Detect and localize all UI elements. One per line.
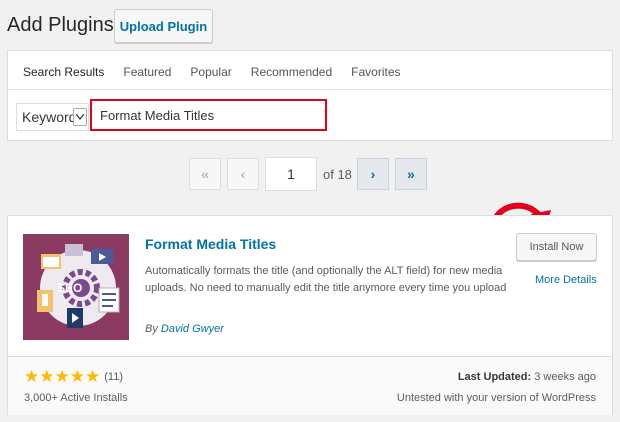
prev-page-button[interactable]: ‹	[227, 158, 259, 190]
total-pages-label: of 18	[323, 166, 352, 182]
plugin-filter-panel: Search Results Featured Popular Recommen…	[7, 50, 613, 141]
tab-recommended[interactable]: Recommended	[251, 65, 332, 79]
more-details-link[interactable]: More Details	[535, 274, 597, 286]
install-now-button[interactable]: Install Now	[516, 233, 597, 261]
author-link[interactable]: David Gwyer	[161, 323, 224, 335]
tab-popular[interactable]: Popular	[190, 65, 231, 79]
tabs-divider	[8, 89, 612, 90]
last-updated-label: Last Updated:	[457, 371, 532, 383]
star-icon: ★	[24, 367, 40, 386]
tab-favorites[interactable]: Favorites	[351, 65, 400, 79]
last-updated-value: 3 weeks ago	[534, 371, 596, 383]
plugin-card: SEO Format Media Titles Automatically fo…	[7, 215, 613, 415]
chevron-down-icon	[73, 108, 87, 126]
last-page-button[interactable]: »	[394, 158, 427, 190]
current-page-input[interactable]: 1	[265, 157, 317, 191]
rating-count: (11)	[104, 371, 123, 383]
star-icon: ★	[39, 367, 55, 386]
star-icon: ★	[69, 367, 85, 386]
plugin-tabs: Search Results Featured Popular Recommen…	[23, 65, 401, 79]
tab-search-results[interactable]: Search Results	[23, 65, 104, 79]
search-type-select[interactable]: Keyword	[16, 103, 89, 131]
plugin-icon[interactable]: SEO	[23, 234, 129, 340]
plugin-description: Automatically formats the title (and opt…	[145, 265, 507, 294]
plugin-search-input[interactable]: Format Media Titles	[90, 99, 327, 131]
plugin-name-link[interactable]: Format Media Titles	[145, 236, 276, 252]
search-type-value: Keyword	[22, 109, 77, 125]
active-installs: 3,000+ Active Installs	[24, 392, 128, 404]
pagination: « ‹ 1 of 18 › »	[189, 157, 427, 191]
rating: ★ ★ ★ ★ ★ (11)	[24, 367, 123, 386]
next-page-button[interactable]: ›	[356, 158, 389, 190]
first-page-button[interactable]: «	[189, 158, 221, 190]
plugin-card-footer: ★ ★ ★ ★ ★ (11) 3,000+ Active Installs La…	[8, 356, 612, 415]
author-prefix: By	[145, 323, 158, 335]
upload-plugin-button[interactable]: Upload Plugin	[114, 9, 213, 43]
plugin-author: By David Gwyer	[145, 323, 224, 335]
last-updated: Last Updated: 3 weeks ago	[458, 371, 596, 383]
compatibility-notice: Untested with your version of WordPress	[396, 392, 596, 404]
star-icon: ★	[54, 367, 70, 386]
tab-featured[interactable]: Featured	[123, 65, 171, 79]
page-title: Add Plugins	[7, 14, 114, 36]
icon-seo-text: SEO	[57, 281, 82, 295]
star-icon: ★	[85, 367, 101, 386]
